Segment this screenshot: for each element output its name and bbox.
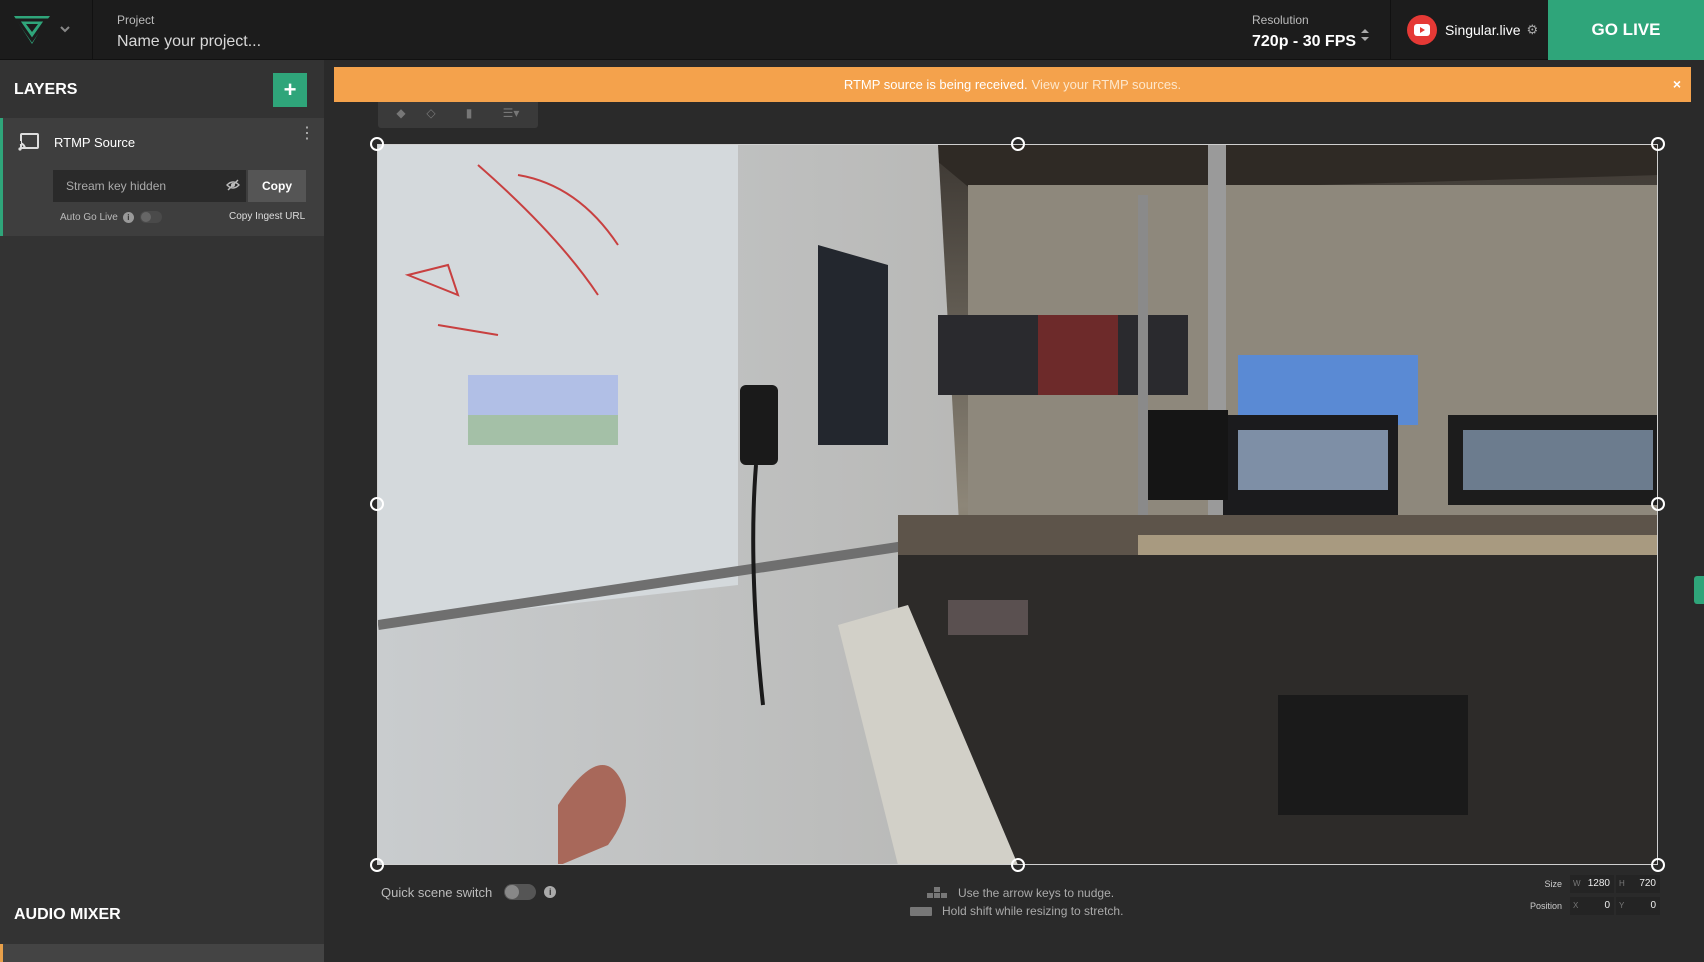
video-preview[interactable]: [377, 144, 1658, 865]
quick-scene-switch-label: Quick scene switch: [381, 884, 493, 900]
send-backward-icon[interactable]: ◇: [422, 106, 440, 122]
resize-handle-right[interactable]: [1651, 497, 1665, 511]
x-label: X: [1573, 901, 1579, 910]
sidebar: LAYERS + RTMP Source ⋮ Stream key hidden…: [0, 60, 324, 962]
size-label: Size: [1544, 879, 1562, 889]
stream-key-field[interactable]: Stream key hidden: [53, 170, 246, 202]
resize-handle-bottom[interactable]: [1011, 858, 1025, 872]
audio-mixer-channel[interactable]: [0, 944, 324, 962]
y-label: Y: [1619, 901, 1625, 910]
resize-handle-top[interactable]: [1011, 137, 1025, 151]
layer-toolbar: ◆ ◇ ▮ ☰▾: [378, 102, 538, 128]
eye-hidden-icon[interactable]: [226, 179, 240, 191]
more-vertical-icon[interactable]: ⋮: [299, 126, 315, 151]
trash-icon[interactable]: ▮: [460, 106, 478, 122]
adjust-settings-icon[interactable]: ☰▾: [496, 106, 526, 122]
banner-message: RTMP source is being received.: [843, 77, 1028, 92]
hint-nudge: Use the arrow keys to nudge.: [958, 886, 1115, 900]
resolution-label: Resolution: [1252, 13, 1309, 27]
resize-handle-bottom-right[interactable]: [1651, 858, 1665, 872]
quick-scene-switch-toggle[interactable]: [504, 884, 537, 900]
width-value: 1280: [1587, 878, 1610, 889]
y-input[interactable]: Y0: [1616, 897, 1660, 915]
gear-icon[interactable]: ⚙: [1527, 22, 1539, 38]
rtmp-notification-banner: RTMP source is being received. View your …: [334, 67, 1691, 102]
camera-feed-image: [378, 145, 1657, 864]
height-value: 720: [1639, 878, 1656, 889]
hint-stretch: Hold shift while resizing to stretch.: [942, 904, 1124, 918]
top-bar: Project Resolution 720p - 30 FPS Singula…: [0, 0, 1704, 60]
project-area: Project: [117, 13, 477, 51]
canvas-hints: Use the arrow keys to nudge. Hold shift …: [910, 884, 1123, 920]
bring-forward-icon[interactable]: ◆: [392, 106, 410, 122]
close-icon[interactable]: ×: [1673, 67, 1681, 102]
layer-item-rtmp-source[interactable]: RTMP Source ⋮ Stream key hidden Copy Aut…: [0, 118, 324, 236]
resize-handle-top-left[interactable]: [370, 137, 384, 151]
shift-key-icon: [910, 907, 932, 916]
resize-handle-top-right[interactable]: [1651, 137, 1665, 151]
go-live-button[interactable]: GO LIVE: [1548, 0, 1704, 60]
view-rtmp-sources-link[interactable]: View your RTMP sources.: [1032, 77, 1182, 92]
audio-mixer-title: AUDIO MIXER: [14, 906, 121, 923]
resize-handle-bottom-left[interactable]: [370, 858, 384, 872]
x-input[interactable]: X0: [1570, 897, 1614, 915]
sort-arrows-icon[interactable]: [1360, 28, 1370, 42]
project-label: Project: [117, 13, 155, 27]
info-icon[interactable]: i: [544, 886, 557, 898]
account-menu[interactable]: Singular.live ⚙: [1390, 0, 1548, 60]
stream-key-text: Stream key hidden: [66, 179, 167, 193]
resolution-selector[interactable]: Resolution 720p - 30 FPS: [1252, 13, 1372, 51]
width-input[interactable]: W 1280: [1570, 875, 1614, 893]
layer-name: RTMP Source: [54, 135, 136, 150]
add-layer-button[interactable]: +: [273, 73, 307, 107]
singular-logo-icon: [14, 16, 50, 44]
quick-scene-switch: Quick scene switch i: [381, 884, 557, 900]
size-position-panel: Size W 1280 H 720 Position X0 Y0: [1520, 873, 1660, 917]
panel-expand-tab[interactable]: [1694, 576, 1704, 604]
auto-go-live-label: Auto Go Live: [60, 211, 118, 223]
chevron-down-icon: [60, 26, 70, 33]
auto-go-live: Auto Go Live i: [60, 211, 162, 223]
height-input[interactable]: H 720: [1616, 875, 1660, 893]
info-icon[interactable]: i: [122, 211, 134, 223]
project-name-input[interactable]: [117, 33, 477, 51]
height-label: H: [1619, 879, 1625, 888]
layers-title: LAYERS: [14, 81, 78, 98]
layers-header: LAYERS +: [0, 60, 324, 118]
copy-stream-key-button[interactable]: Copy: [248, 170, 306, 202]
cast-icon: [18, 133, 39, 151]
width-label: W: [1573, 879, 1581, 888]
account-name: Singular.live: [1445, 22, 1521, 38]
copy-ingest-url-link[interactable]: Copy Ingest URL: [229, 211, 305, 222]
arrow-keys-icon: [927, 887, 947, 898]
auto-go-live-toggle[interactable]: [139, 211, 162, 223]
position-label: Position: [1529, 901, 1562, 911]
resolution-value: 720p - 30 FPS: [1252, 33, 1357, 50]
y-value: 0: [1650, 900, 1656, 911]
youtube-icon: [1407, 15, 1437, 45]
x-value: 0: [1604, 900, 1610, 911]
resize-handle-left[interactable]: [370, 497, 384, 511]
logo-menu[interactable]: [0, 0, 93, 60]
